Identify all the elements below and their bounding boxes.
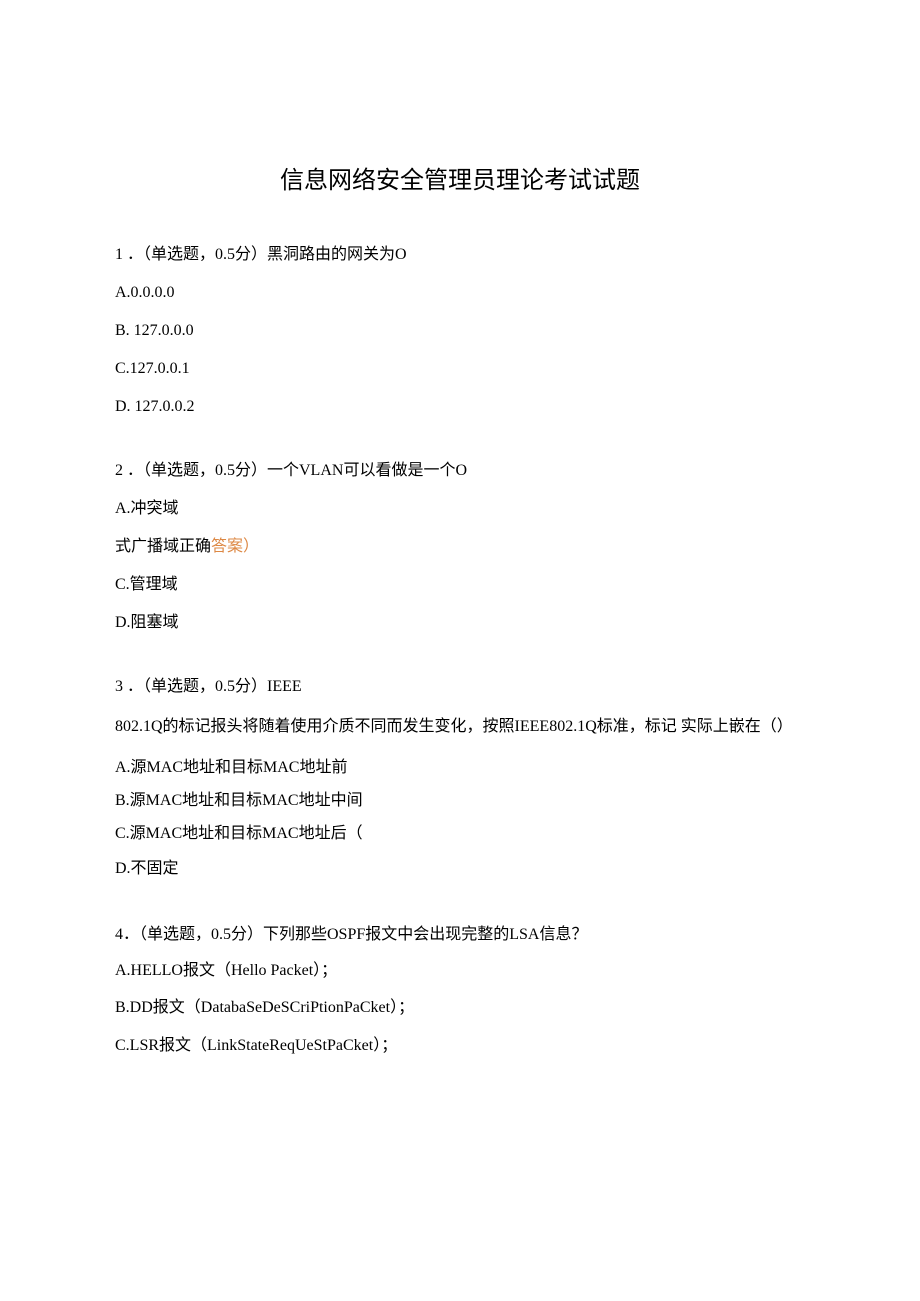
option-a: A.HELLO报文（Hello Packet）；	[115, 957, 805, 984]
question-number: 3	[115, 678, 123, 695]
option-c: C.源MAC地址和目标MAC地址后（	[115, 820, 805, 847]
option-c: C.127.0.0.1	[115, 357, 805, 381]
question-stem: 3 ．（单选题，0.5分）IEEE	[115, 675, 805, 699]
option-d: D. 127.0.0.2	[115, 395, 805, 419]
option-b: B.源MAC地址和目标MAC地址中间	[115, 787, 805, 814]
page-title: 信息网络安全管理员理论考试试题	[115, 160, 805, 195]
question-extra-text: 802.1Q的标记报头将随着使用介质不同而发生变化，按照IEEE802.1Q标准…	[115, 713, 805, 742]
option-c: C.LSR报文（LinkStateReqUeStPaCket）；	[115, 1034, 805, 1058]
option-d: D.阻塞域	[115, 611, 805, 635]
question-number: 1	[115, 246, 123, 263]
question-stem: 1 ．（单选题，0.5分）黑洞路由的网关为O	[115, 243, 805, 267]
question-stem-text: ．（单选题，0.5分）IEEE	[127, 678, 302, 695]
question-stem: 2 ．（单选题，0.5分）一个VLAN可以看做是一个O	[115, 459, 805, 483]
option-b: B.DD报文（DatabaSeDeSCriPtionPaCket）；	[115, 996, 805, 1020]
question-stem: 4．（单选题，0.5分）下列那些OSPF报文中会出现完整的LSA信息？	[115, 921, 805, 948]
option-b-prefix: 式广播域正确	[115, 538, 211, 555]
option-c: C.管理域	[115, 573, 805, 597]
question-number: 4	[115, 926, 123, 943]
option-b: B. 127.0.0.0	[115, 319, 805, 343]
answer-marker: 答案）	[211, 538, 259, 555]
option-d: D.不固定	[115, 857, 805, 881]
question-number: 2	[115, 462, 123, 479]
option-b: 式广播域正确答案）	[115, 535, 805, 559]
question-stem-text: ．（单选题，0.5分）黑洞路由的网关为O	[127, 246, 407, 263]
question-stem-text: ．（单选题，0.5分）一个VLAN可以看做是一个O	[127, 462, 467, 479]
option-a: A.0.0.0.0	[115, 281, 805, 305]
option-a: A.冲突域	[115, 497, 805, 521]
question-2: 2 ．（单选题，0.5分）一个VLAN可以看做是一个O A.冲突域 式广播域正确…	[115, 459, 805, 635]
question-4: 4．（单选题，0.5分）下列那些OSPF报文中会出现完整的LSA信息？ A.HE…	[115, 921, 805, 1057]
option-a: A.源MAC地址和目标MAC地址前	[115, 754, 805, 781]
question-stem-text: ．（单选题，0.5分）下列那些OSPF报文中会出现完整的LSA信息？	[123, 926, 587, 943]
question-1: 1 ．（单选题，0.5分）黑洞路由的网关为O A.0.0.0.0 B. 127.…	[115, 243, 805, 419]
question-3: 3 ．（单选题，0.5分）IEEE 802.1Q的标记报头将随着使用介质不同而发…	[115, 675, 805, 881]
